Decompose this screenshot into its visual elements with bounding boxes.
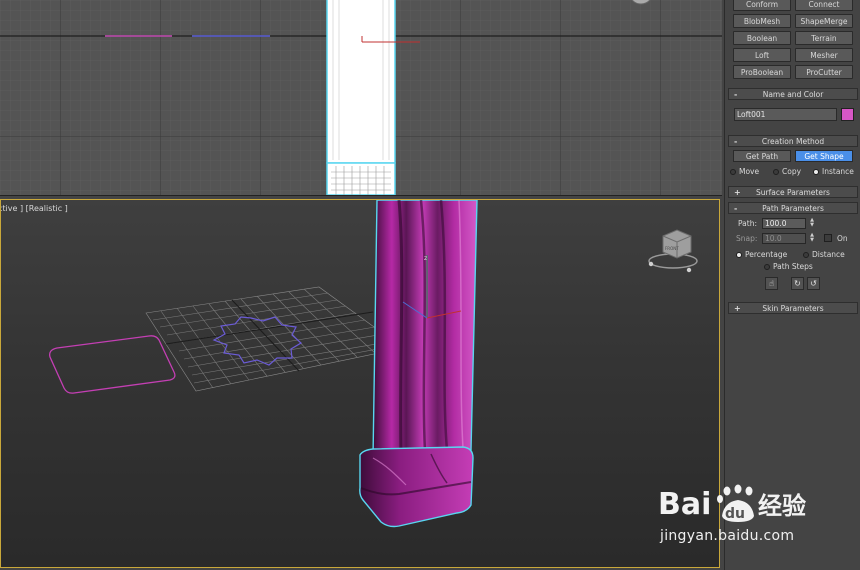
gizmo-z-label: z xyxy=(424,255,427,262)
instance-radio[interactable]: Instance xyxy=(813,167,854,176)
percentage-radio[interactable]: Percentage xyxy=(736,250,787,259)
move-radio-label: Move xyxy=(739,167,760,176)
baidu-logo: Bai du 经验 xyxy=(658,484,806,522)
path-steps-radio[interactable]: Path Steps xyxy=(764,262,813,271)
mesher-button[interactable]: Mesher xyxy=(795,48,853,62)
path-parameters-title: Path Parameters xyxy=(762,204,824,213)
name-and-color-rollout-header[interactable]: - Name and Color xyxy=(728,88,858,100)
distance-radio-label: Distance xyxy=(812,250,845,259)
perspective-viewport[interactable]: ctive ] [Realistic ] z FRONT xyxy=(0,199,720,568)
max-workspace: ctive ] [Realistic ] z FRONT Conform Con… xyxy=(0,0,860,570)
baidu-brand-text-a: Bai xyxy=(658,487,711,522)
loft-column[interactable] xyxy=(359,200,478,528)
move-radio[interactable]: Move xyxy=(730,167,759,176)
path-spinner-icon[interactable]: ▲ ▼ xyxy=(809,218,815,229)
get-shape-button[interactable]: Get Shape xyxy=(795,150,853,162)
snap-label: Snap: xyxy=(736,234,758,243)
snap-on-checkbox[interactable] xyxy=(824,234,832,242)
surface-parameters-rollout-header[interactable]: + Surface Parameters xyxy=(728,186,858,198)
perspective-grid xyxy=(145,286,404,392)
radio-selected-icon xyxy=(736,252,742,258)
path-steps-radio-label: Path Steps xyxy=(773,262,813,271)
creation-mode-radios: Move Copy Instance xyxy=(730,167,858,178)
radio-icon xyxy=(730,169,736,175)
path-label: Path: xyxy=(738,219,758,228)
conform-button[interactable]: Conform xyxy=(733,0,791,11)
path-parameters-rollout-header[interactable]: - Path Parameters xyxy=(728,202,858,214)
radio-selected-icon xyxy=(813,169,819,175)
object-name-input[interactable] xyxy=(734,108,837,121)
radio-icon xyxy=(803,252,809,258)
terrain-button[interactable]: Terrain xyxy=(795,31,853,45)
copy-radio[interactable]: Copy xyxy=(773,167,801,176)
percentage-radio-label: Percentage xyxy=(745,250,788,259)
viewcube[interactable]: FRONT xyxy=(648,229,698,273)
snap-value-input[interactable] xyxy=(762,233,806,244)
watermark-url: jingyan.baidu.com xyxy=(660,528,795,544)
radio-icon xyxy=(764,264,770,270)
collapse-icon: - xyxy=(734,137,738,146)
creation-method-title: Creation Method xyxy=(761,137,825,146)
rectangle-shape[interactable] xyxy=(49,335,176,394)
baidu-brand-text-cn: 经验 xyxy=(758,492,806,520)
viewcube-compass-dot-right xyxy=(686,267,692,273)
perspective-canvas[interactable]: z FRONT xyxy=(1,200,720,568)
next-shape-icon[interactable]: ↺ xyxy=(807,277,820,290)
boolean-button[interactable]: Boolean xyxy=(733,31,791,45)
snap-spinner-icon[interactable]: ▲ ▼ xyxy=(809,233,815,244)
previous-shape-icon[interactable]: ↻ xyxy=(791,277,804,290)
viewcube-compass-dot-left xyxy=(648,261,654,267)
viewcube-face-label: FRONT xyxy=(665,246,679,251)
copy-radio-label: Copy xyxy=(782,167,802,176)
snap-on-label: On xyxy=(837,234,848,243)
procutter-button[interactable]: ProCutter xyxy=(795,65,853,79)
compound-object-buttons: Conform Connect BlobMesh ShapeMerge Bool… xyxy=(733,0,853,79)
skin-parameters-title: Skin Parameters xyxy=(762,304,824,313)
baidu-jingyan-watermark: Bai du 经验 jingyan.baidu.com xyxy=(652,478,822,558)
baidu-brand-text-b: du xyxy=(725,506,745,522)
blobmesh-button[interactable]: BlobMesh xyxy=(733,14,791,28)
instance-radio-label: Instance xyxy=(822,167,854,176)
top-viewport-canvas[interactable] xyxy=(0,0,722,195)
distance-radio[interactable]: Distance xyxy=(803,250,845,259)
creation-method-rollout-header[interactable]: - Creation Method xyxy=(728,135,858,147)
name-and-color-title: Name and Color xyxy=(762,90,824,99)
path-value-input[interactable] xyxy=(762,218,806,229)
surface-parameters-title: Surface Parameters xyxy=(756,188,830,197)
connect-button[interactable]: Connect xyxy=(795,0,853,11)
collapse-icon: - xyxy=(734,90,738,99)
collapse-icon: - xyxy=(734,204,738,213)
proboolean-button[interactable]: ProBoolean xyxy=(733,65,791,79)
path-mode-radios: Percentage Distance xyxy=(730,250,858,261)
get-path-button[interactable]: Get Path xyxy=(733,150,791,162)
skin-parameters-rollout-header[interactable]: + Skin Parameters xyxy=(728,302,858,314)
path-steps-radio-row: Path Steps xyxy=(730,262,858,273)
expand-icon: + xyxy=(734,304,741,313)
object-color-swatch[interactable] xyxy=(841,108,854,121)
top-viewport[interactable] xyxy=(0,0,722,196)
radio-icon xyxy=(773,169,779,175)
loft-button[interactable]: Loft xyxy=(733,48,791,62)
pick-shape-icon[interactable]: ☝ xyxy=(765,277,778,290)
shapemerge-button[interactable]: ShapeMerge xyxy=(795,14,853,28)
top-loft-wireframe[interactable] xyxy=(326,0,396,195)
expand-icon: + xyxy=(734,188,741,197)
